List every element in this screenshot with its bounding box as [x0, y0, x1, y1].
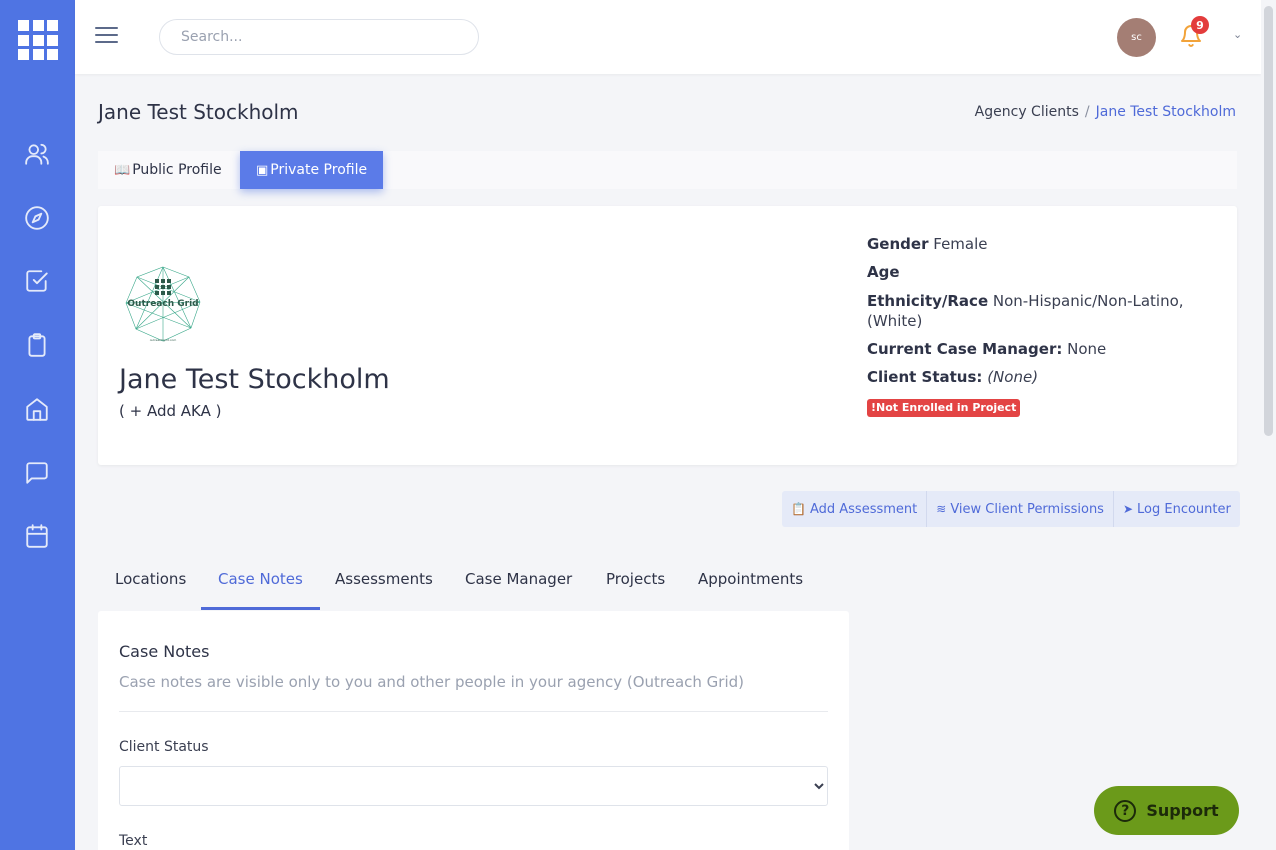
case-notes-title: Case Notes: [119, 642, 210, 661]
tab-projects[interactable]: Projects: [606, 560, 665, 610]
tab-label: Private Profile: [270, 162, 368, 178]
checkbox-icon[interactable]: [24, 268, 50, 294]
search-input[interactable]: [159, 19, 479, 55]
breadcrumb-agency-clients[interactable]: Agency Clients: [975, 104, 1079, 120]
age-label: Age: [867, 263, 900, 282]
sidebar: [0, 0, 75, 850]
gender-value: Female: [933, 235, 988, 253]
ethnicity-row: Ethnicity/Race Non-Hispanic/Non-Latino, …: [867, 291, 1207, 332]
notification-count-badge: 9: [1191, 16, 1209, 34]
client-status-label: Client Status:: [867, 368, 983, 387]
home-icon[interactable]: [24, 396, 50, 422]
case-manager-row: Current Case Manager: None: [867, 339, 1207, 359]
chat-icon[interactable]: [24, 460, 50, 486]
apps-grid-icon[interactable]: [18, 20, 58, 60]
case-notes-card: Case Notes Case notes are visible only t…: [98, 611, 849, 850]
question-circle-icon: ?: [1114, 799, 1137, 822]
book-open-icon: 📖: [114, 162, 131, 178]
scrollbar-thumb[interactable]: [1264, 6, 1273, 436]
scrollbar[interactable]: [1261, 0, 1276, 850]
view-client-permissions-button[interactable]: ≋ View Client Permissions: [927, 491, 1114, 527]
page-title: Jane Test Stockholm: [98, 100, 299, 124]
profile-tabs: 📖 Public Profile ▣ Private Profile: [98, 151, 1237, 189]
add-aka-link[interactable]: ( + Add AKA ): [119, 402, 221, 420]
clipboard-icon: 📋: [791, 502, 806, 516]
gender-label: Gender: [867, 235, 929, 253]
tab-appointments[interactable]: Appointments: [698, 560, 803, 610]
tab-label: Public Profile: [132, 162, 222, 178]
client-name: Jane Test Stockholm: [119, 364, 390, 395]
client-info: Gender Female Age Ethnicity/Race Non-His…: [867, 234, 1207, 418]
status-badge-label: Not Enrolled in Project: [876, 400, 1017, 414]
chevron-down-icon[interactable]: ⌄: [1233, 28, 1242, 41]
breadcrumb: Agency Clients / Jane Test Stockholm: [975, 104, 1236, 120]
menu-toggle-icon[interactable]: [95, 27, 118, 47]
case-manager-label: Current Case Manager:: [867, 340, 1063, 358]
action-label: Log Encounter: [1137, 501, 1231, 517]
avatar[interactable]: sc: [1117, 18, 1156, 57]
book-icon: ▣: [256, 162, 269, 178]
support-label: Support: [1146, 801, 1219, 820]
age-row: Age: [867, 262, 1207, 282]
case-notes-subtitle: Case notes are visible only to you and o…: [119, 673, 745, 691]
action-label: Add Assessment: [809, 501, 918, 517]
tab-case-notes[interactable]: Case Notes: [201, 560, 320, 610]
client-status-select[interactable]: [119, 766, 828, 806]
tab-assessments[interactable]: Assessments: [335, 560, 433, 610]
notifications-bell-icon[interactable]: 9: [1179, 16, 1209, 52]
status-badge: !Not Enrolled in Project: [867, 398, 1021, 418]
calendar-icon[interactable]: [24, 523, 50, 549]
logo-url-text: outreachgrid.com: [150, 338, 177, 342]
compass-icon[interactable]: [24, 205, 50, 231]
client-actions: 📋 Add Assessment ≋ View Client Permissio…: [782, 491, 1240, 527]
support-button[interactable]: ? Support: [1094, 786, 1239, 835]
divider: [119, 711, 828, 712]
action-label: View Client Permissions: [950, 501, 1104, 517]
log-encounter-button[interactable]: ➤ Log Encounter: [1114, 491, 1240, 527]
client-status-value: (None): [987, 368, 1039, 387]
client-profile-card: Outreach Grid outreachgrid.com Jane Test…: [98, 206, 1237, 465]
users-icon[interactable]: [24, 141, 50, 167]
client-status-field-label: Client Status: [119, 739, 209, 755]
logo-text: Outreach Grid: [127, 299, 198, 309]
ethnicity-label: Ethnicity/Race: [867, 291, 989, 310]
clipboard-icon[interactable]: [24, 332, 50, 358]
breadcrumb-current: Jane Test Stockholm: [1095, 104, 1236, 120]
tab-case-manager[interactable]: Case Manager: [465, 560, 572, 610]
breadcrumb-separator: /: [1084, 104, 1090, 120]
topbar: sc 9 ⌄: [75, 0, 1261, 74]
signature-icon: ≋: [936, 502, 947, 516]
tab-private-profile[interactable]: ▣ Private Profile: [240, 151, 384, 189]
tab-locations[interactable]: Locations: [115, 560, 186, 610]
gender-row: Gender Female: [867, 234, 1207, 254]
text-field-label: Text: [119, 833, 148, 849]
location-arrow-icon: ➤: [1122, 502, 1134, 516]
client-status-row: Client Status: (None): [867, 367, 1207, 387]
tab-public-profile[interactable]: 📖 Public Profile: [98, 151, 238, 189]
add-assessment-button[interactable]: 📋 Add Assessment: [782, 491, 928, 527]
case-manager-value: None: [1067, 340, 1107, 358]
outreach-grid-logo: Outreach Grid outreachgrid.com: [125, 266, 201, 342]
